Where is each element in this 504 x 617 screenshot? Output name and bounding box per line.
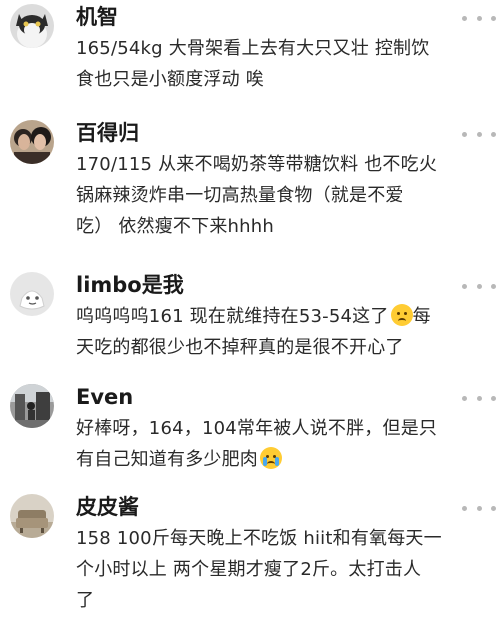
comment-item: 机智 165/54kg 大骨架看上去有大只又壮 控制饮 食也只是小额度浮动 唉 bbox=[0, 0, 504, 100]
username[interactable]: 皮皮酱 bbox=[76, 494, 139, 520]
comment-text: 呜呜呜呜161 现在就维持在53-54这了 每 天吃的都很少也不掉秤真的是很不开心… bbox=[76, 301, 496, 363]
avatar[interactable] bbox=[10, 4, 54, 48]
comment-text: 好棒呀，164，104常年被人说不胖，但是只 有自己知道有多少肥肉 bbox=[76, 413, 496, 475]
comment-line: 天吃的都很少也不掉秤真的是很不开心了 bbox=[76, 337, 404, 358]
comment-text: 158 100斤每天晚上不吃饭 hiit和有氧每天一 个小时以上 两个星期才瘦了… bbox=[76, 523, 496, 616]
username[interactable]: Even bbox=[76, 384, 133, 410]
cat-avatar-image bbox=[10, 4, 54, 48]
comment-line: 呜呜呜呜161 现在就维持在53-54这了 每 bbox=[76, 301, 496, 332]
comment-line: 158 100斤每天晚上不吃饭 hiit和有氧每天一 bbox=[76, 528, 442, 549]
comment-line: 有自己知道有多少肥肉 bbox=[76, 444, 496, 475]
comment-text: 170/115 从来不喝奶茶等带糖饮料 也不吃火 锅麻辣烫炸串一切高热量食物（就… bbox=[76, 149, 496, 242]
default-avatar-image bbox=[10, 272, 54, 316]
comment-line: 了 bbox=[76, 590, 95, 611]
more-dots-icon[interactable] bbox=[462, 10, 496, 26]
comment-line: 吃） 依然瘦不下来hhhh bbox=[76, 216, 274, 237]
username[interactable]: 百得归 bbox=[76, 120, 139, 146]
comment-item: Even 好棒呀，164，104常年被人说不胖，但是只 有自己知道有多少肥肉 bbox=[0, 380, 504, 480]
avatar[interactable] bbox=[10, 272, 54, 316]
disappointed-face-emoji bbox=[390, 304, 413, 326]
avatar[interactable] bbox=[10, 120, 54, 164]
comment-line: 170/115 从来不喝奶茶等带糖饮料 也不吃火 bbox=[76, 154, 438, 175]
sofa-avatar-image bbox=[10, 494, 54, 538]
comment-line: 食也只是小额度浮动 唉 bbox=[76, 69, 264, 90]
avatar[interactable] bbox=[10, 494, 54, 538]
comment-line-text: 有自己知道有多少肥肉 bbox=[76, 449, 258, 470]
more-dots-icon[interactable] bbox=[462, 500, 496, 516]
comment-line-text: 呜呜呜呜161 现在就维持在53-54这了 bbox=[76, 306, 389, 327]
comment-feed: 机智 165/54kg 大骨架看上去有大只又壮 控制饮 食也只是小额度浮动 唉 … bbox=[0, 0, 504, 617]
more-dots-icon[interactable] bbox=[462, 278, 496, 294]
comment-line: 165/54kg 大骨架看上去有大只又壮 控制饮 bbox=[76, 38, 430, 59]
comment-line: 锅麻辣烫炸串一切高热量食物（就是不爱 bbox=[76, 185, 404, 206]
avatar[interactable] bbox=[10, 384, 54, 428]
comment-text: 165/54kg 大骨架看上去有大只又壮 控制饮 食也只是小额度浮动 唉 bbox=[76, 33, 496, 95]
more-dots-icon[interactable] bbox=[462, 390, 496, 406]
comment-line: 好棒呀，164，104常年被人说不胖，但是只 bbox=[76, 418, 438, 439]
couple-avatar-image bbox=[10, 120, 54, 164]
more-dots-icon[interactable] bbox=[462, 126, 496, 142]
comment-line-suffix: 每 bbox=[412, 306, 431, 327]
loudly-crying-face-emoji bbox=[260, 447, 282, 469]
comment-item: limbo是我 呜呜呜呜161 现在就维持在53-54这了 每 天吃的都很少也不掉… bbox=[0, 268, 504, 368]
username[interactable]: limbo是我 bbox=[76, 272, 184, 298]
street-avatar-image bbox=[10, 384, 54, 428]
comment-item: 百得归 170/115 从来不喝奶茶等带糖饮料 也不吃火 锅麻辣烫炸串一切高热量… bbox=[0, 116, 504, 256]
comment-item: 皮皮酱 158 100斤每天晚上不吃饭 hiit和有氧每天一 个小时以上 两个星… bbox=[0, 490, 504, 617]
username[interactable]: 机智 bbox=[76, 4, 118, 30]
comment-line: 个小时以上 两个星期才瘦了2斤。太打击人 bbox=[76, 559, 422, 580]
